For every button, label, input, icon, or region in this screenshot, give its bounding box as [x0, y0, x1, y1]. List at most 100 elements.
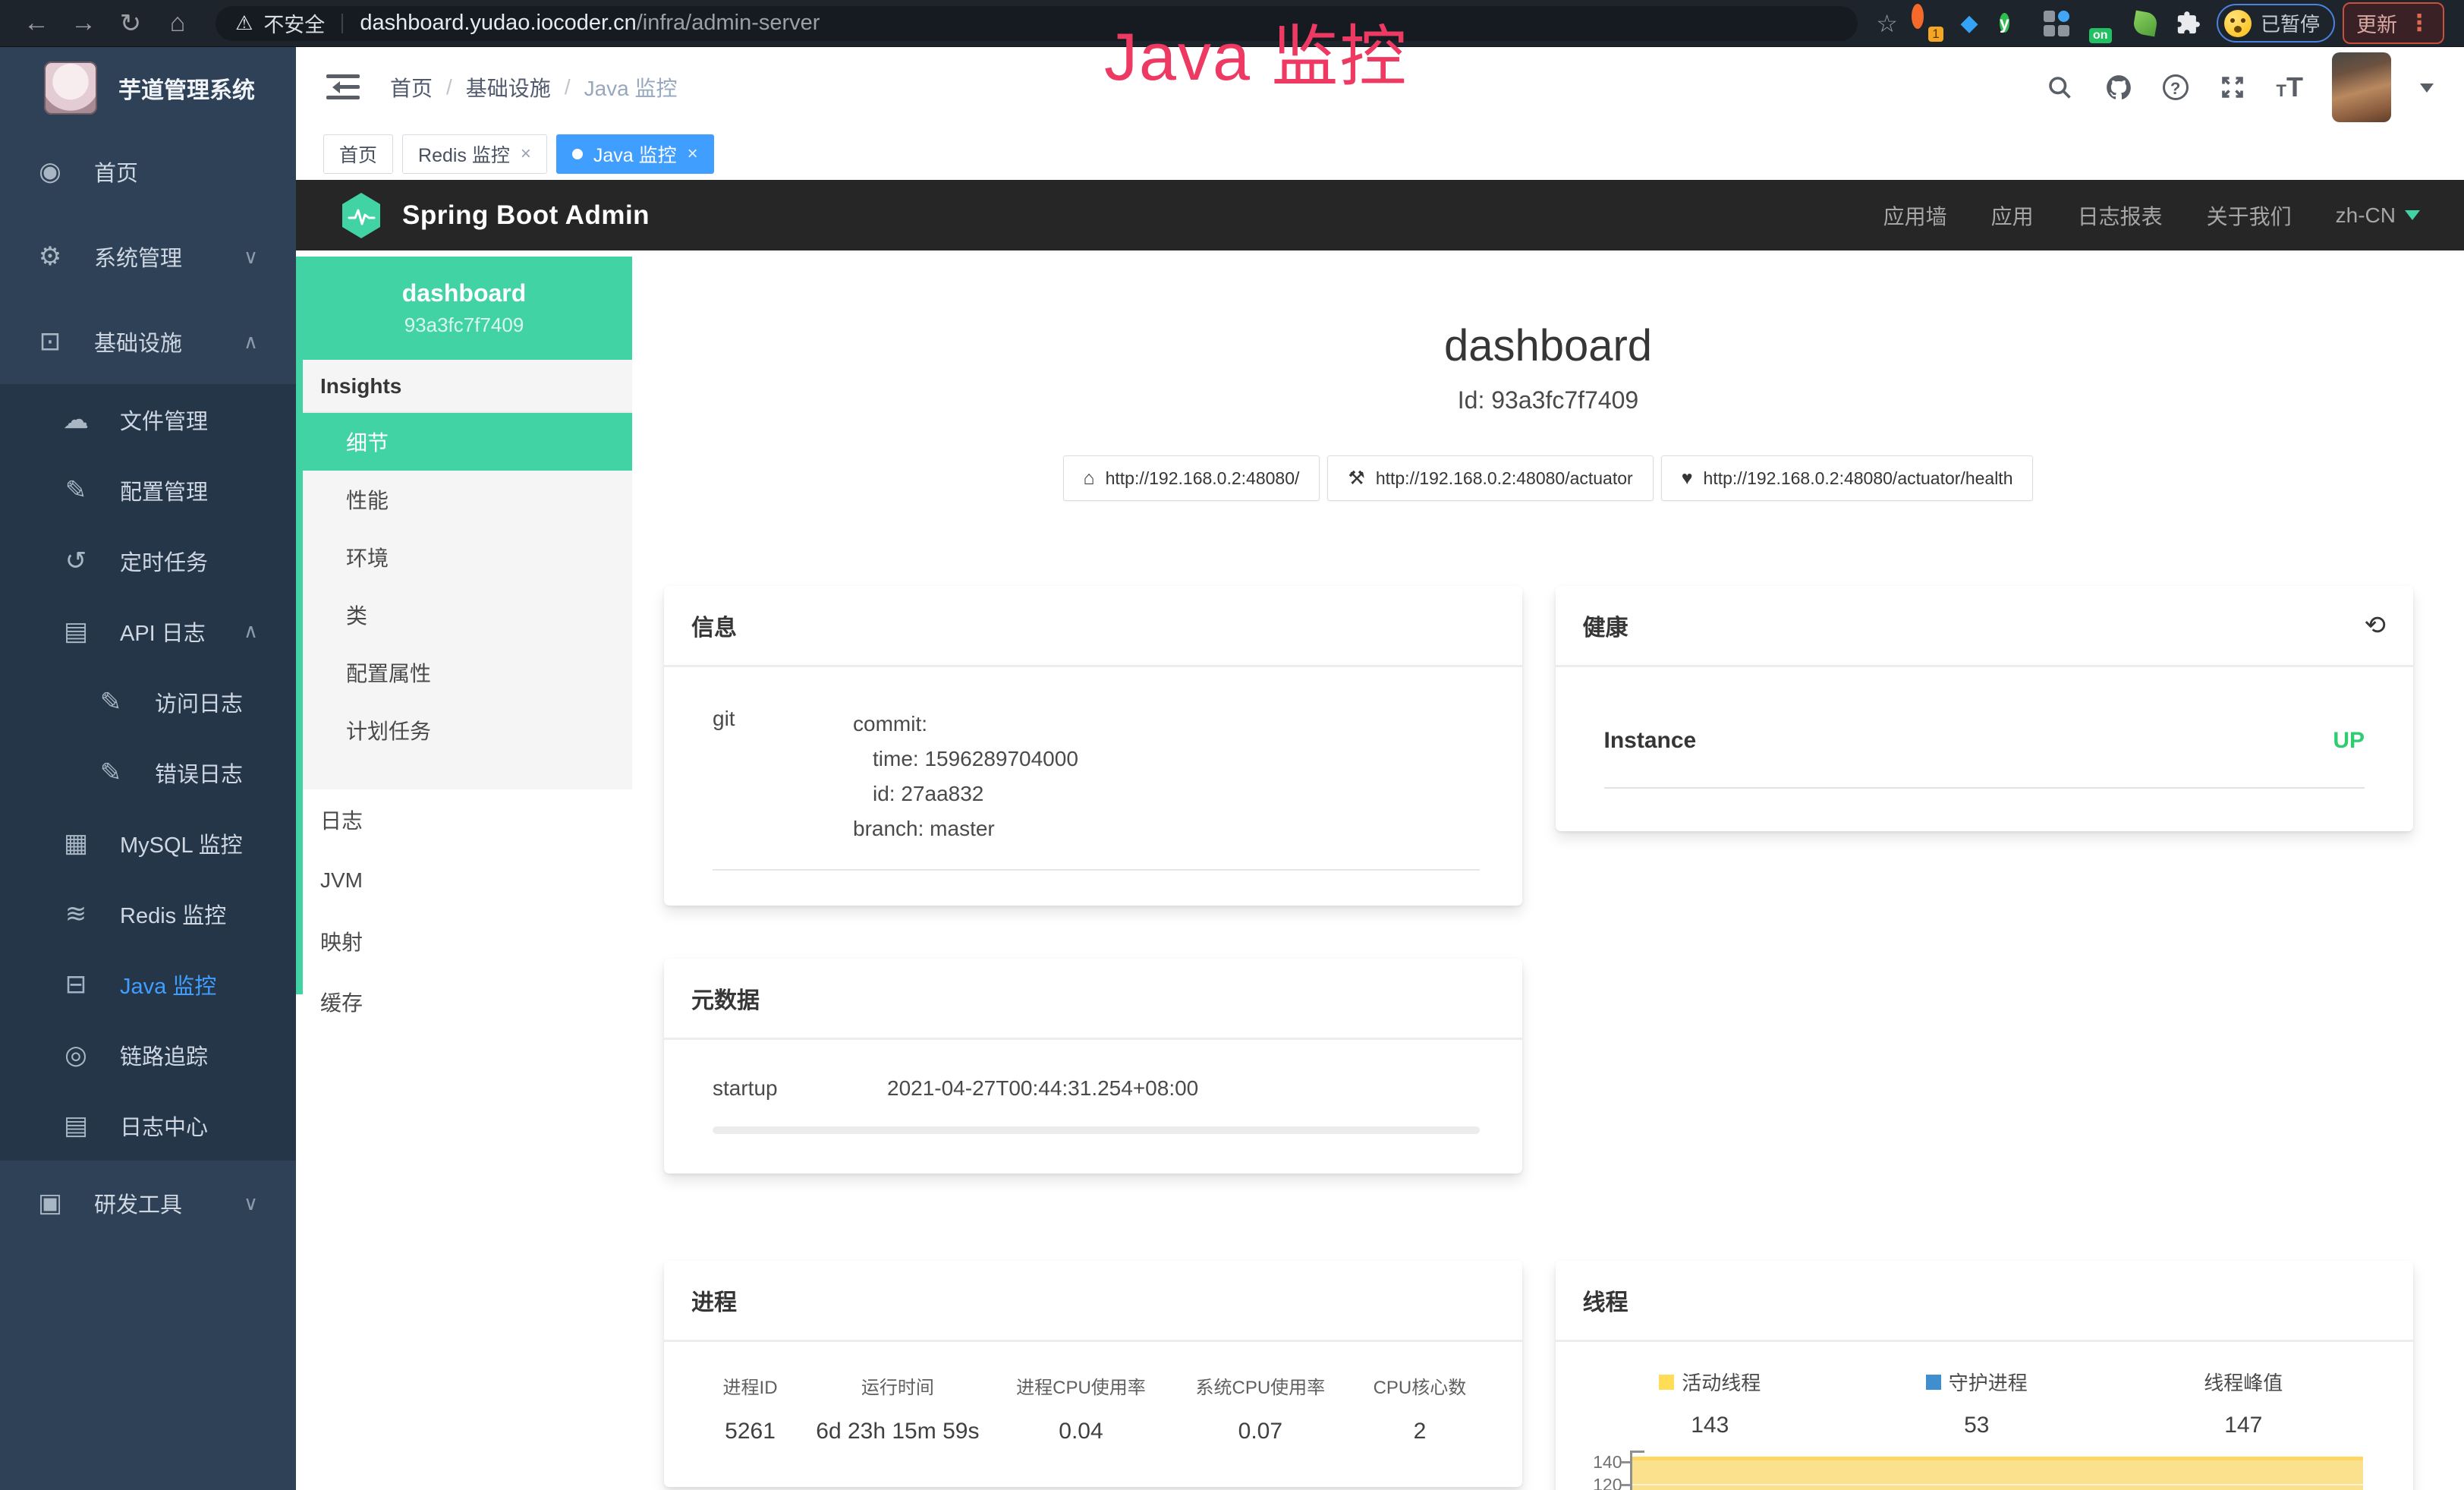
sba-item-classes[interactable]: 类	[296, 586, 632, 644]
card-metadata-title: 元数据	[691, 981, 760, 1015]
sidebar-item-mysql[interactable]: ▦ MySQL 监控	[0, 808, 296, 878]
java-monitor-icon: ⊟	[59, 969, 93, 1000]
process-table-values: 5261 6d 23h 15m 59s 0.04 0.07 2	[694, 1419, 1492, 1444]
help-icon[interactable]: ?	[2163, 74, 2189, 100]
app-logo-avatar	[44, 61, 97, 115]
sidebar-item-system[interactable]: ⚙ 系统管理 ∨	[0, 214, 296, 299]
history-icon[interactable]: ⟲	[2365, 610, 2387, 641]
extension-proxy-icon[interactable]: on	[2088, 10, 2115, 37]
sba-nav-about[interactable]: 关于我们	[2207, 200, 2292, 231]
sidebar-item-access-log[interactable]: ✎ 访问日志	[0, 666, 296, 737]
github-icon[interactable]	[2104, 72, 2134, 102]
sba-item-details[interactable]: 细节	[296, 413, 632, 471]
sba-item-scheduled[interactable]: 计划任务	[296, 701, 632, 759]
sba-item-caches[interactable]: 缓存	[296, 972, 632, 1032]
fullscreen-icon[interactable]	[2217, 72, 2248, 102]
sba-locale-select[interactable]: zh-CN	[2336, 203, 2420, 228]
extension-leaf-icon[interactable]	[2132, 10, 2159, 37]
sidebar-item-error-log[interactable]: ✎ 错误日志	[0, 737, 296, 808]
extension-green-icon[interactable]: y	[2000, 10, 2027, 37]
sidebar-item-dev-tools[interactable]: ▣ 研发工具 ∨	[0, 1161, 296, 1246]
sba-item-metrics[interactable]: 性能	[296, 471, 632, 528]
heartbeat-icon: ♥	[1682, 468, 1693, 490]
sba-nav-applications[interactable]: 应用	[1991, 200, 2034, 231]
link-health-url[interactable]: ♥ http://192.168.0.2:48080/actuator/heal…	[1661, 455, 2034, 501]
breadcrumb-parent[interactable]: 基础设施	[466, 72, 551, 102]
card-threads-title: 线程	[1583, 1284, 1629, 1317]
sidebar-item-file[interactable]: ☁ 文件管理	[0, 384, 296, 455]
database-icon: ▦	[59, 828, 93, 858]
link-service-url[interactable]: ⌂ http://192.168.0.2:48080/	[1063, 455, 1320, 501]
url-text[interactable]: dashboard.yudao.iocoder.cn/infra/admin-s…	[360, 11, 820, 36]
card-info: 信息 git commit: time: 1596289704000 id: 2…	[664, 586, 1522, 906]
sidebar-item-home[interactable]: ◉ 首页	[0, 129, 296, 214]
close-icon[interactable]: ×	[688, 143, 698, 165]
instance-header[interactable]: dashboard 93a3fc7f7409	[296, 257, 632, 360]
extension-fehelper-icon[interactable]: 1	[1912, 10, 1939, 37]
sidebar-item-config[interactable]: ✎ 配置管理	[0, 455, 296, 525]
search-icon[interactable]	[2044, 72, 2075, 102]
sba-item-logfile[interactable]: 日志	[296, 789, 632, 850]
security-label[interactable]: 不安全	[263, 8, 325, 38]
threads-legend: 活动线程 守护进程 线程峰值	[1577, 1368, 2377, 1396]
bookmark-star-icon[interactable]: ☆	[1876, 9, 1898, 38]
back-icon[interactable]: ←	[17, 8, 56, 38]
address-bar[interactable]: ⚠ 不安全 dashboard.yudao.iocoder.cn/infra/a…	[216, 6, 1858, 41]
sba-brand[interactable]: Spring Boot Admin	[340, 192, 650, 239]
sidebar-item-log-center[interactable]: ▤ 日志中心	[0, 1090, 296, 1161]
app-logo-row[interactable]: 芋道管理系统	[0, 47, 296, 129]
page-title: dashboard	[632, 320, 2464, 371]
home-icon: ⌂	[1084, 468, 1095, 490]
sidebar-item-redis[interactable]: ≋ Redis 监控	[0, 878, 296, 949]
tab-redis[interactable]: Redis 监控 ×	[402, 134, 547, 174]
chevron-down-icon: ∨	[244, 1192, 258, 1215]
sidebar-item-infra[interactable]: ⊡ 基础设施 ∧	[0, 299, 296, 384]
breadcrumb-home[interactable]: 首页	[390, 72, 433, 102]
user-avatar[interactable]	[2332, 52, 2391, 122]
layers-icon: ≋	[59, 899, 93, 929]
history-icon: ↺	[59, 546, 93, 576]
browser-menu-icon[interactable]: ⋮	[2408, 10, 2431, 36]
warning-icon: ⚠	[235, 11, 253, 35]
extension-pin-icon[interactable]: ◆	[1956, 10, 1983, 37]
font-size-icon[interactable]: TT	[2277, 71, 2303, 103]
eye-icon: ◎	[59, 1040, 93, 1070]
info-label-git: git	[713, 707, 853, 846]
home-icon[interactable]: ⌂	[158, 8, 197, 38]
close-icon[interactable]: ×	[521, 143, 531, 165]
link-actuator-url[interactable]: ⚒ http://192.168.0.2:48080/actuator	[1327, 455, 1653, 501]
sba-item-mappings[interactable]: 映射	[296, 911, 632, 972]
extensions-puzzle-icon[interactable]	[2176, 10, 2203, 37]
card-process-title: 进程	[691, 1284, 737, 1317]
sidebar-item-api-log[interactable]: ▤ API 日志 ∧	[0, 596, 296, 666]
chart-area-fill	[1632, 1457, 2364, 1490]
gear-icon: ⚙	[33, 241, 67, 272]
extension-grid-icon[interactable]	[2044, 10, 2071, 37]
metadata-startup-value: 2021-04-27T00:44:31.254+08:00	[887, 1076, 1198, 1101]
browser-update-button[interactable]: 更新 ⋮	[2343, 2, 2444, 44]
sba-content: dashboard Id: 93a3fc7f7409 ⌂ http://192.…	[632, 250, 2464, 1490]
edit-icon: ✎	[59, 475, 93, 506]
sba-nav-wallboard[interactable]: 应用墙	[1883, 200, 1947, 231]
tab-home[interactable]: 首页	[323, 134, 393, 174]
instance-id-line: Id: 93a3fc7f7409	[632, 386, 2464, 414]
briefcase-icon: ▣	[33, 1188, 67, 1218]
hamburger-icon[interactable]	[326, 74, 360, 100]
instance-id: 93a3fc7f7409	[404, 313, 524, 337]
sba-nav-journal[interactable]: 日志报表	[2078, 200, 2163, 231]
sidebar-item-trace[interactable]: ◎ 链路追踪	[0, 1019, 296, 1090]
sba-item-env[interactable]: 环境	[296, 528, 632, 586]
scrollbar-track	[713, 1126, 1480, 1134]
avatar-caret-icon[interactable]	[2420, 83, 2434, 99]
card-metadata: 元数据 startup 2021-04-27T00:44:31.254+08:0…	[664, 959, 1522, 1173]
tab-java[interactable]: Java 监控 ×	[556, 134, 714, 174]
sidebar-item-job[interactable]: ↺ 定时任务	[0, 525, 296, 596]
sba-item-configprops[interactable]: 配置属性	[296, 644, 632, 701]
reload-icon[interactable]: ↻	[111, 8, 150, 39]
forward-icon[interactable]: →	[64, 8, 103, 38]
sba-item-jvm[interactable]: JVM	[296, 850, 632, 911]
tab-bar: 首页 Redis 监控 × Java 监控 ×	[296, 128, 2464, 180]
chart-plot-area	[1630, 1451, 2367, 1490]
extension-paused-badge[interactable]: 已暂停	[2217, 4, 2335, 43]
sidebar-item-java[interactable]: ⊟ Java 监控	[0, 949, 296, 1019]
